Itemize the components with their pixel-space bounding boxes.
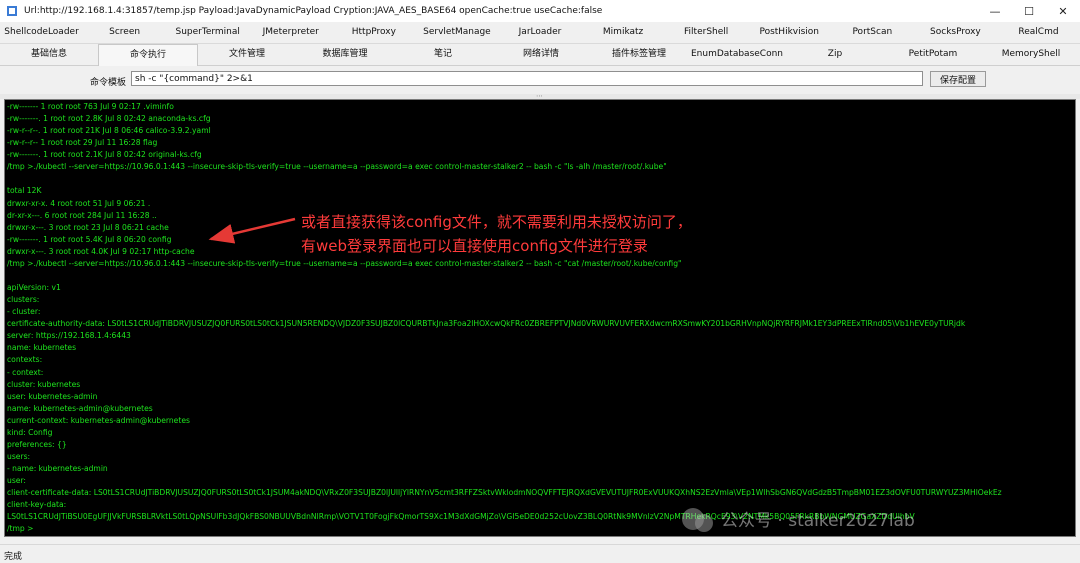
main-tab-5[interactable]: 网络详情: [492, 44, 590, 65]
main-tab-7[interactable]: EnumDatabaseConn: [688, 44, 786, 65]
main-tab-2[interactable]: 文件管理: [198, 44, 296, 65]
tab-jarloader[interactable]: JarLoader: [498, 22, 581, 43]
main-tab-9[interactable]: PetitPotam: [884, 44, 982, 65]
window-title: Url:http://192.168.1.4:31857/temp.jsp Pa…: [24, 6, 603, 16]
title-bar: Url:http://192.168.1.4:31857/temp.jsp Pa…: [0, 0, 1080, 23]
minimize-button[interactable]: —: [978, 0, 1012, 22]
tab-jmeterpreter[interactable]: JMeterpreter: [249, 22, 332, 43]
plugin-tab-row: ShellcodeLoader Screen SuperTerminal JMeter…: [0, 22, 1080, 44]
save-config-button[interactable]: 保存配置: [930, 71, 986, 87]
close-button[interactable]: ✕: [1046, 0, 1080, 22]
main-tab-0[interactable]: 基础信息: [0, 44, 98, 65]
main-tab-3[interactable]: 数据库管理: [296, 44, 394, 65]
tab-filtershell[interactable]: FilterShell: [665, 22, 748, 43]
red-arrow-icon: [208, 217, 296, 244]
svg-text:公众号 · stalker2027lab: 公众号 · stalker2027lab: [721, 511, 915, 531]
annotation-line-1: 或者直接获得该config文件，就不需要利用未授权访问了，: [301, 213, 692, 231]
main-tab-4[interactable]: 笔记: [394, 44, 492, 65]
terminal-output[interactable]: -rw------- 1 root root 763 Jul 9 02:17 .…: [4, 99, 1076, 537]
annotation-line-2: 有web登录界面也可以直接使用config文件进行登录: [301, 237, 648, 255]
main-tab-8[interactable]: Zip: [786, 44, 884, 65]
app-icon: [6, 5, 18, 17]
tab-screen[interactable]: Screen: [83, 22, 166, 43]
main-tab-6[interactable]: 插件标签管理: [590, 44, 688, 65]
command-template-input[interactable]: [131, 71, 923, 86]
tab-portscan[interactable]: PortScan: [831, 22, 914, 43]
tab-httpproxy[interactable]: HttpProxy: [332, 22, 415, 43]
status-text: 完成: [4, 552, 23, 562]
main-tab-row: 基础信息 命令执行 文件管理 数据库管理 笔记 网络详情 插件标签管理 EnumDatabas…: [0, 43, 1080, 66]
maximize-button[interactable]: ☐: [1012, 0, 1046, 22]
tab-realcmd[interactable]: RealCmd: [997, 22, 1080, 43]
tab-shellcodeloader[interactable]: ShellcodeLoader: [0, 22, 83, 43]
tab-posthikvision[interactable]: PostHikvision: [748, 22, 831, 43]
command-template-bar: 命令模板 保存配置: [0, 66, 1080, 94]
tab-superterminal[interactable]: SuperTerminal: [166, 22, 249, 43]
status-bar: 完成: [0, 544, 1080, 563]
main-tab-10[interactable]: MemoryShell: [982, 44, 1080, 65]
tab-socksproxy[interactable]: SocksProxy: [914, 22, 997, 43]
wechat-icon: 公众号 · stalker2027lab: [682, 508, 915, 532]
watermark-image: 公众号 · stalker2027lab: [677, 497, 1057, 536]
tab-servletmanage[interactable]: ServletManage: [415, 22, 498, 43]
command-template-label: 命令模板: [90, 78, 127, 88]
main-tab-1[interactable]: 命令执行: [98, 43, 198, 66]
tab-mimikatz[interactable]: Mimikatz: [582, 22, 665, 43]
